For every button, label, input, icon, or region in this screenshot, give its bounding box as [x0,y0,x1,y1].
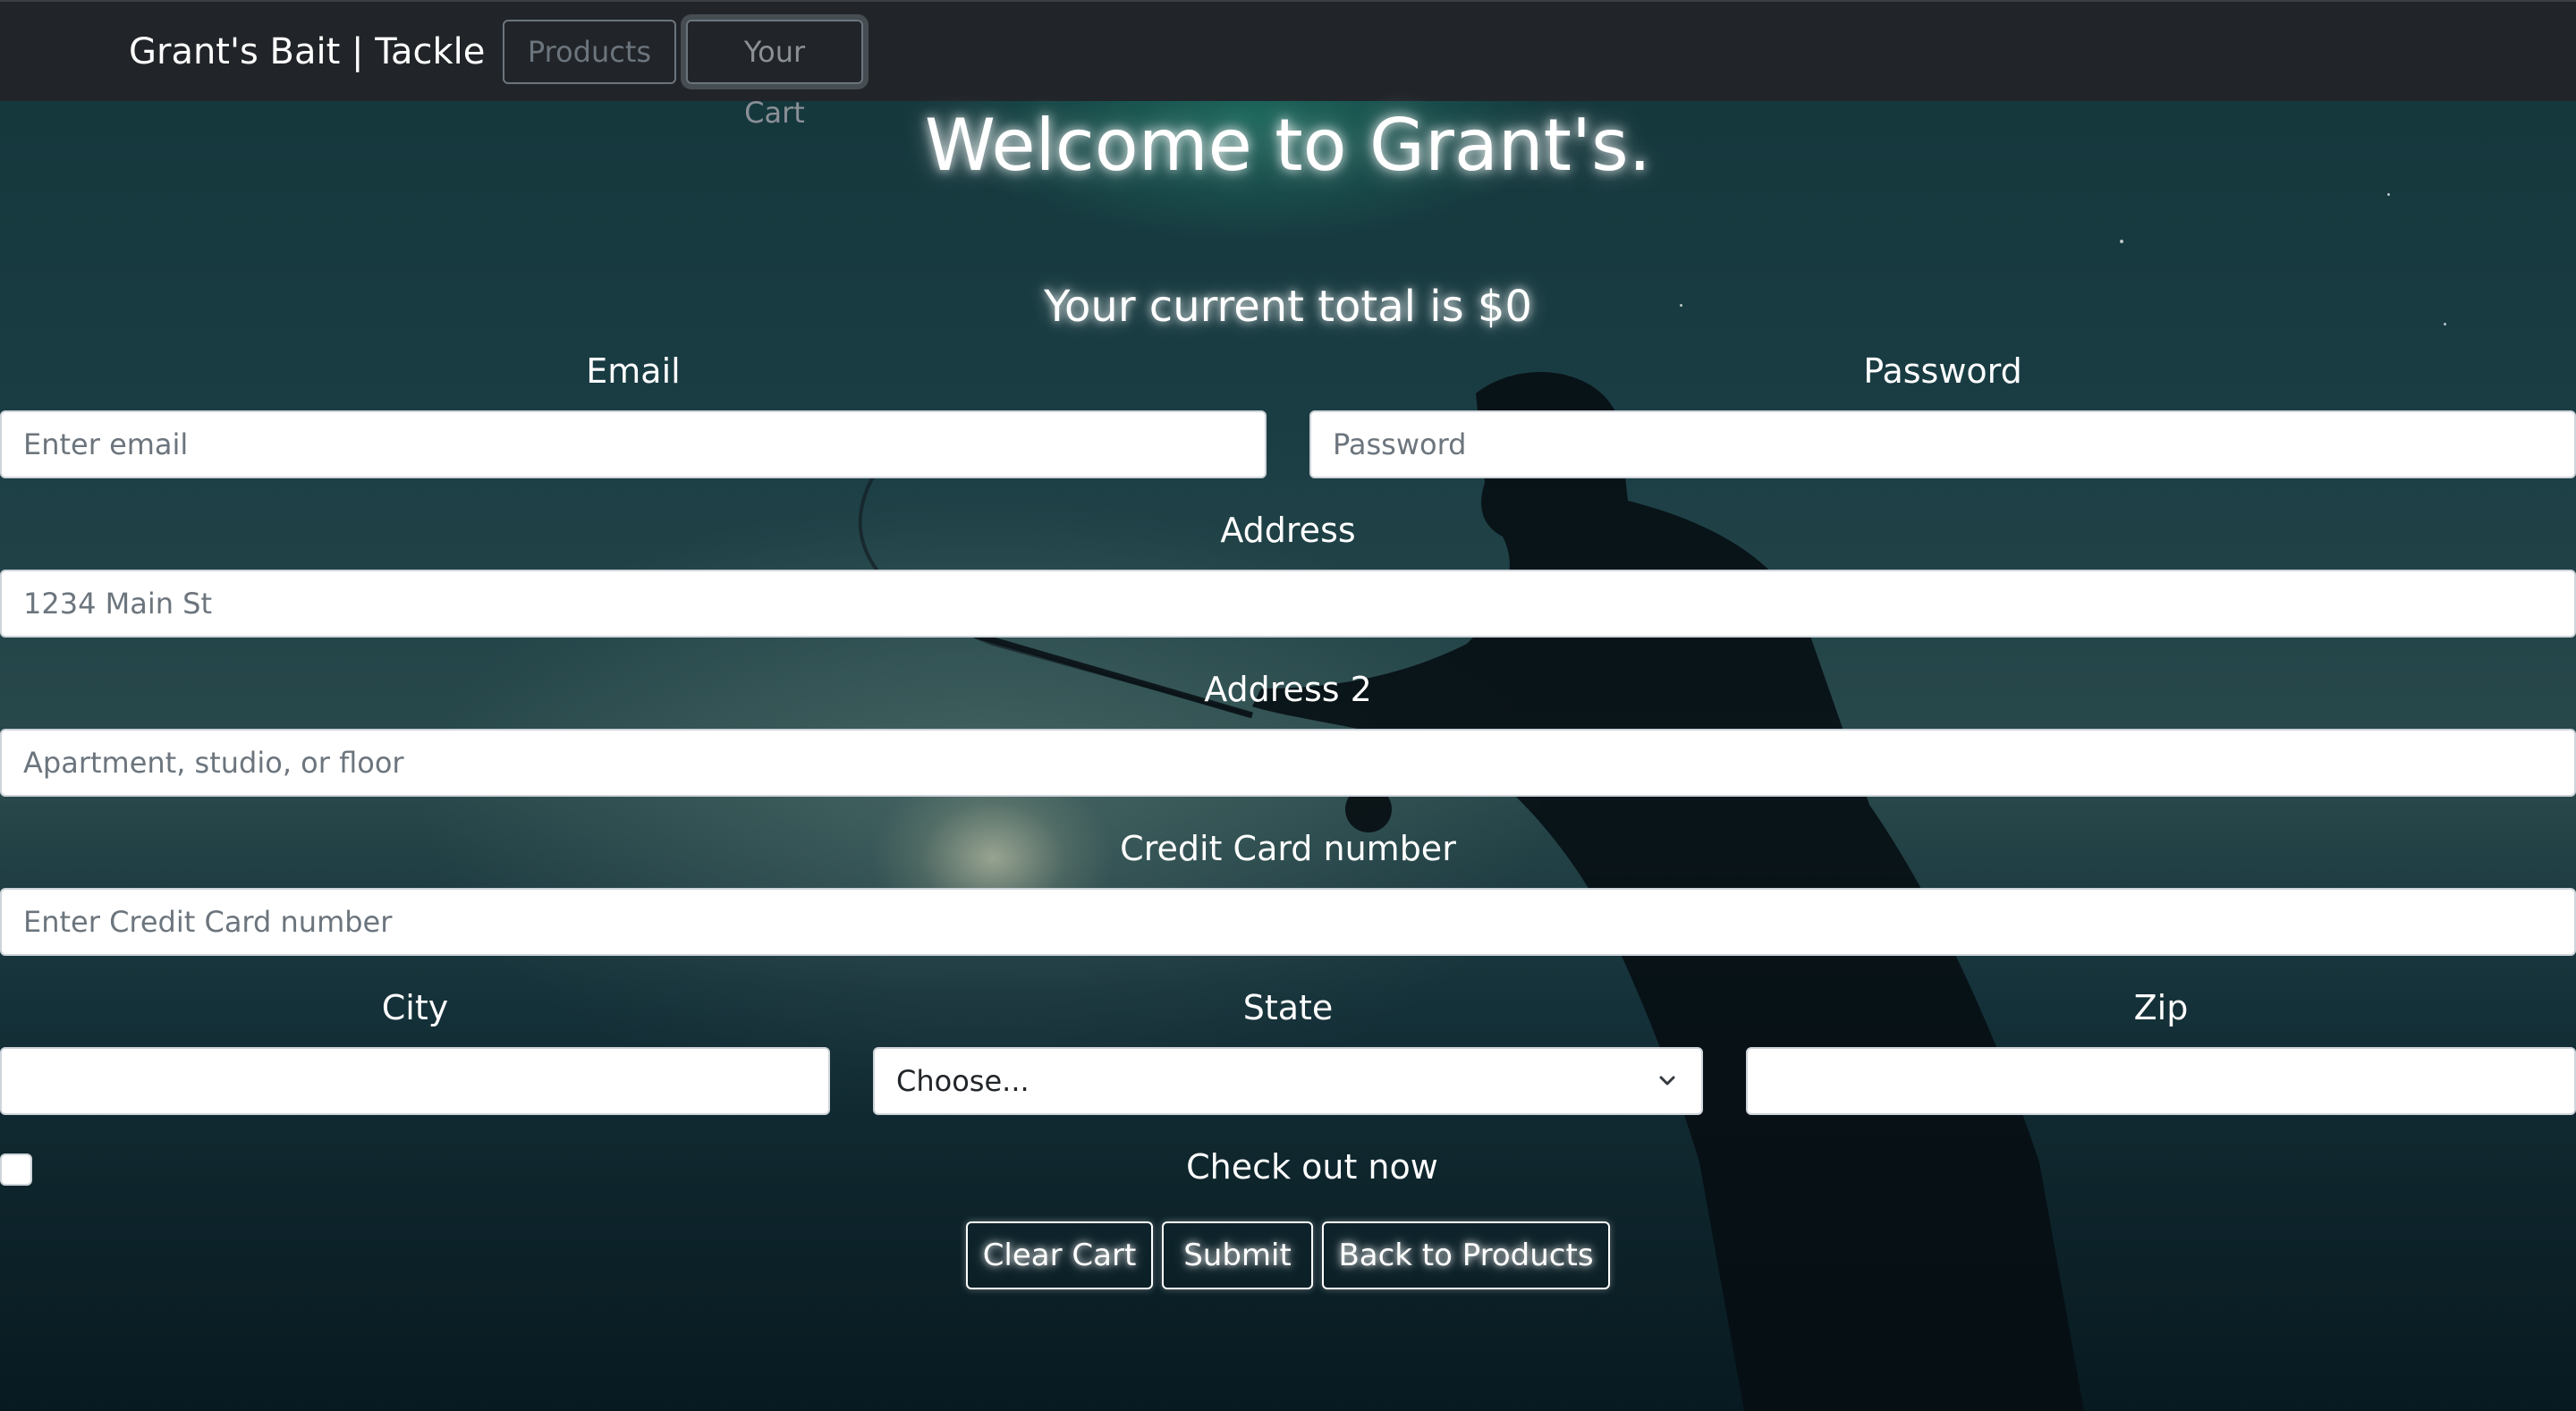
clear-cart-button[interactable]: Clear Cart [966,1221,1153,1289]
address2-input[interactable] [0,729,2576,797]
credit-card-input[interactable] [0,888,2576,956]
credit-card-label: Credit Card number [1120,829,1456,868]
zip-input[interactable] [1746,1047,2576,1115]
zip-label: Zip [2133,988,2189,1027]
state-select-value: Choose... [896,1064,1030,1098]
email-label: Email [586,351,681,391]
submit-button[interactable]: Submit [1162,1221,1313,1289]
products-button[interactable]: Products [503,20,676,84]
address-input[interactable] [0,570,2576,638]
state-label: State [1242,988,1334,1027]
brand-link[interactable]: Grant's Bait | Tackle [129,27,485,77]
star [2120,240,2123,243]
checkout-label: Check out now [1186,1147,1438,1187]
cart-total: Your current total is $0 [1044,282,1532,332]
back-to-products-button[interactable]: Back to Products [1322,1221,1610,1289]
page-title: Welcome to Grant's. [924,104,1652,187]
address-label: Address [1220,511,1356,550]
email-input[interactable] [0,410,1267,478]
your-cart-button[interactable]: Your Cart [686,20,863,130]
state-select[interactable]: Choose... [873,1047,1703,1115]
address2-label: Address 2 [1204,670,1372,709]
city-input[interactable] [0,1047,830,1115]
password-input[interactable] [1309,410,2576,478]
navbar: Grant's Bait | Tackle Products Your Cart [0,0,2576,130]
chevron-down-icon [1659,1076,1675,1086]
password-label: Password [1863,351,2022,391]
city-label: City [381,988,449,1027]
